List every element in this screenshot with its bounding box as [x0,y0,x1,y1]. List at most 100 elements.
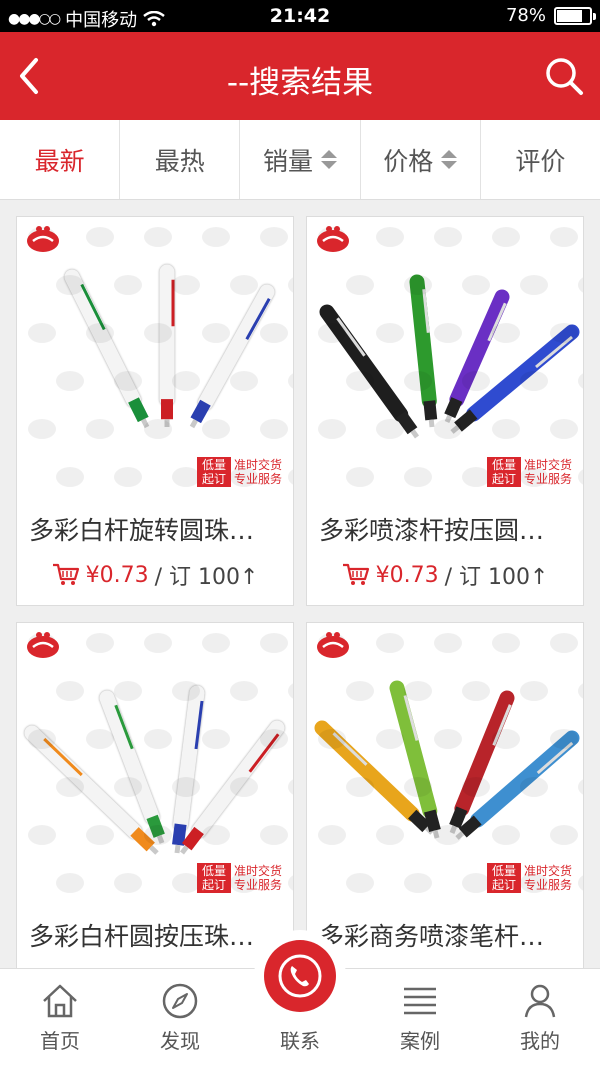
product-card[interactable]: 低量起订 准时交货 专业服务 多彩白杆旋转圆珠… ¥0.73 / 订 100↑ [16,216,294,606]
watermark-mark [346,371,374,391]
watermark-mark [144,419,172,439]
call-button[interactable] [254,930,346,1022]
watermark-mark [56,681,84,701]
battery-fill [557,9,582,22]
watermark-mark [492,825,520,845]
watermark-mark [114,873,142,893]
watermark-mark [114,275,142,295]
price-row: ¥0.73 / 订 100↑ [17,559,293,591]
watermark-mark [172,777,200,797]
watermark-mark [550,729,578,749]
service-stamp: 低量起订 准时交货 专业服务 [196,457,285,487]
product-card[interactable]: 低量起订 准时交货 专业服务 多彩白杆圆按压珠… [16,622,294,968]
nav-bar: --搜索结果 [0,32,600,120]
stamp-right-bottom: 专业服务 [523,472,572,486]
watermark-mark [376,419,404,439]
watermark-mark [376,825,404,845]
sort-arrows-icon [321,150,338,169]
tab-mine[interactable]: 我的 [480,969,600,1067]
sort-tab-rating[interactable]: 评价 [481,120,600,199]
brand-logo-icon [317,632,349,658]
watermark-mark [462,873,490,893]
watermark-mark [202,633,230,653]
watermark-mark [578,683,583,699]
watermark-mark [346,275,374,295]
tab-home[interactable]: 首页 [0,969,120,1067]
sort-tab-hottest[interactable]: 最热 [120,120,241,199]
watermark-mark [202,729,230,749]
watermark-mark [28,729,56,749]
sort-tab-label: 最新 [34,146,85,176]
watermark-mark [56,467,84,487]
watermark-pattern [318,227,583,487]
watermark-pattern [318,633,583,893]
stamp-left: 低量起订 [486,863,521,893]
watermark-mark [318,729,346,749]
watermark-mark [462,681,490,701]
stamp-right-top: 准时交货 [523,458,572,472]
watermark-mark [404,275,432,295]
watermark-mark [520,681,548,701]
cart-icon [342,563,369,585]
stamp-right-bottom: 专业服务 [233,878,282,892]
product-card[interactable]: 低量起订 准时交货 专业服务 多彩喷漆杆按压圆… ¥0.73 / 订 100↑ [306,216,584,606]
sort-tab-label: 评价 [515,146,566,176]
product-name: 多彩白杆圆按压珠… [29,922,255,951]
search-icon[interactable] [542,54,586,98]
sort-tab-price[interactable]: 价格 [361,120,481,199]
watermark-mark [520,777,548,797]
product-image: 低量起订 准时交货 专业服务 [17,623,293,901]
watermark-mark [376,227,404,247]
watermark-mark [434,227,462,247]
watermark-mark [404,681,432,701]
tab-label: 发现 [160,1029,200,1053]
tab-discover[interactable]: 发现 [120,969,240,1067]
product-image: 低量起订 准时交货 专业服务 [307,217,583,495]
watermark-mark [260,227,288,247]
watermark-mark [202,323,230,343]
watermark-mark [260,633,288,653]
watermark-mark [28,419,56,439]
tab-cases[interactable]: 案例 [360,969,480,1067]
watermark-mark [172,681,200,701]
watermark-mark [144,227,172,247]
call-button-inner [264,940,336,1012]
watermark-mark [404,777,432,797]
watermark-mark [376,729,404,749]
watermark-mark [114,467,142,487]
watermark-mark [172,467,200,487]
sort-tab-sales[interactable]: 销量 [240,120,361,199]
watermark-mark [462,275,490,295]
watermark-mark [56,873,84,893]
sort-arrows-icon [441,150,458,169]
watermark-mark [520,371,548,391]
service-stamp: 低量起订 准时交货 专业服务 [196,863,285,893]
watermark-mark [56,371,84,391]
watermark-mark [578,469,583,485]
page-title: --搜索结果 [226,65,374,101]
watermark-mark [346,873,374,893]
product-card[interactable]: 低量起订 准时交货 专业服务 多彩商务喷漆笔杆… [306,622,584,968]
status-bar: ●●●○○ 中国移动 21:42 78% [0,0,600,32]
watermark-mark [28,323,56,343]
sort-tab-newest[interactable]: 最新 [0,120,121,199]
watermark-mark [260,825,288,845]
watermark-mark [578,779,583,795]
watermark-mark [172,371,200,391]
stamp-left: 低量起订 [196,863,231,893]
watermark-mark [462,467,490,487]
stamp-right-top: 准时交货 [233,458,282,472]
product-name: 多彩商务喷漆笔杆… [319,922,545,951]
watermark-mark [550,633,578,653]
watermark-mark [114,371,142,391]
tab-label: 案例 [400,1029,440,1053]
watermark-mark [404,873,432,893]
sort-tab-label: 最热 [154,146,205,176]
watermark-mark [434,323,462,343]
watermark-mark [144,323,172,343]
tab-label: 我的 [520,1029,560,1053]
watermark-mark [288,373,293,389]
battery-icon [554,6,596,25]
tab-label: 首页 [40,1029,80,1053]
watermark-mark [318,419,346,439]
